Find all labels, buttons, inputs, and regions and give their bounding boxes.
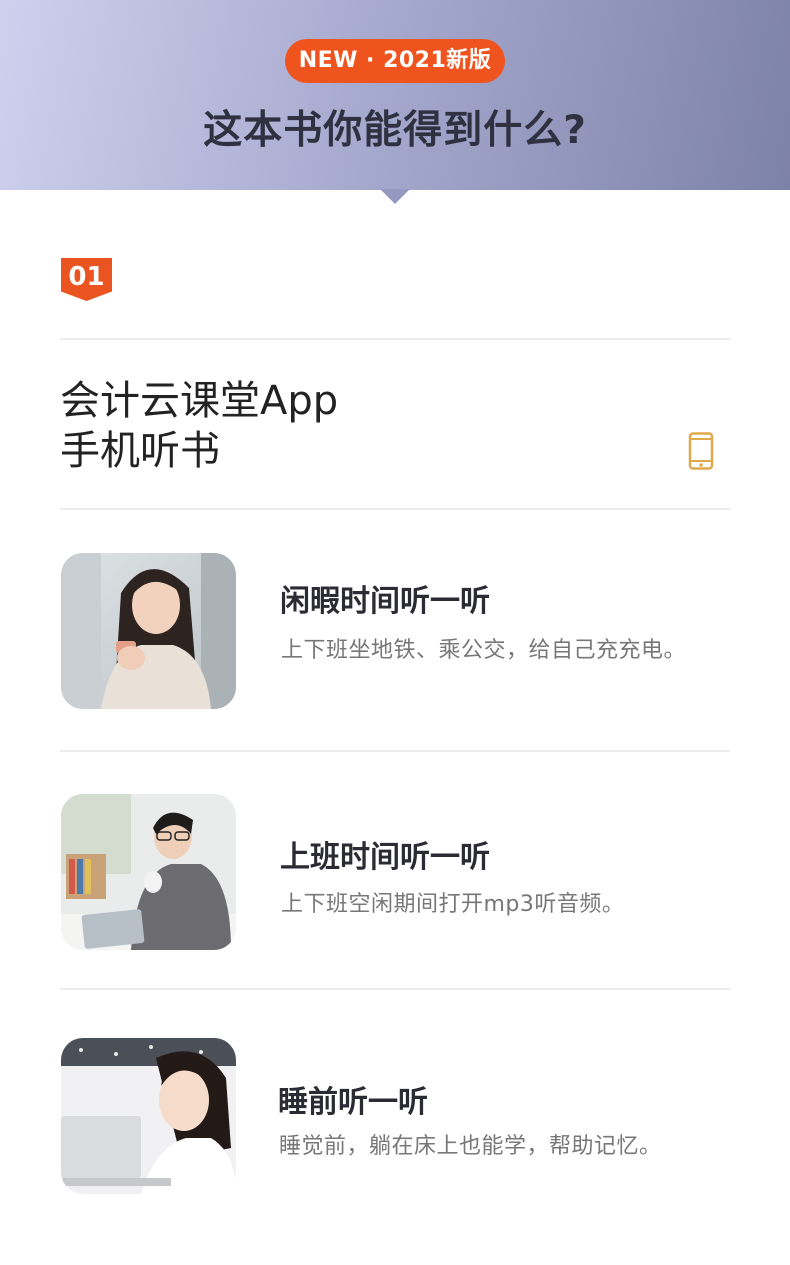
divider <box>60 338 730 340</box>
divider <box>60 750 730 752</box>
man-with-tablet-photo <box>61 794 236 950</box>
divider <box>60 988 730 990</box>
item-description: 上下班坐地铁、乘公交，给自己充充电。 <box>281 638 687 663</box>
woman-with-phone-photo <box>61 553 236 709</box>
item-title: 睡前听一听 <box>278 1085 428 1120</box>
page-title: 这本书你能得到什么? <box>203 108 587 153</box>
item-title: 上班时间听一听 <box>280 840 490 875</box>
section-title-line-2: 手机听书 <box>60 428 220 474</box>
header-banner: NEW · 2021新版 这本书你能得到什么? <box>0 0 790 190</box>
divider <box>60 508 730 510</box>
smartphone-icon <box>688 432 714 470</box>
woman-with-laptop-photo <box>61 1038 236 1194</box>
section-title: 会计云课堂App 手机听书 <box>60 376 580 476</box>
new-version-badge: NEW · 2021新版 <box>285 39 505 83</box>
item-description: 上下班空闲期间打开mp3听音频。 <box>281 892 625 917</box>
header-pointer <box>380 189 410 204</box>
section-title-line-1: 会计云课堂App <box>60 378 339 424</box>
section-number-badge: 01 <box>61 258 112 301</box>
item-title: 闲暇时间听一听 <box>280 584 490 619</box>
item-description: 睡觉前，躺在床上也能学，帮助记忆。 <box>279 1134 662 1159</box>
